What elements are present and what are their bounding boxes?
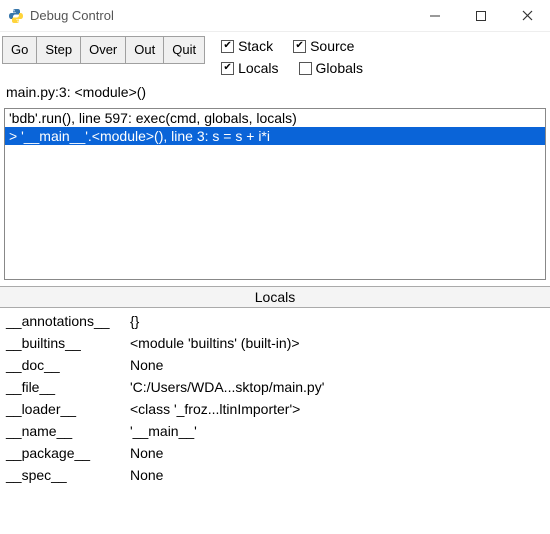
source-label: Source — [310, 38, 354, 54]
locals-panel: __annotations__ {} __builtins__ <module … — [0, 308, 550, 488]
unchecked-icon — [299, 62, 312, 75]
close-button[interactable] — [504, 0, 550, 32]
locals-value: None — [130, 467, 163, 483]
locals-value: <class '_froz...ltinImporter'> — [130, 401, 300, 417]
locals-row: __annotations__ {} — [6, 310, 544, 332]
locals-row: __package__ None — [6, 442, 544, 464]
debug-buttons: Go Step Over Out Quit — [2, 36, 205, 64]
globals-checkbox[interactable]: Globals — [299, 60, 363, 76]
locals-value: None — [130, 357, 163, 373]
locals-key: __name__ — [6, 423, 130, 439]
maximize-button[interactable] — [458, 0, 504, 32]
source-checkbox[interactable]: ✔ Source — [293, 38, 354, 54]
locals-value: '__main__' — [130, 423, 197, 439]
locals-value: <module 'builtins' (built-in)> — [130, 335, 300, 351]
locals-row: __spec__ None — [6, 464, 544, 486]
locals-header: Locals — [0, 286, 550, 308]
titlebar: Debug Control — [0, 0, 550, 32]
check-icon: ✔ — [293, 40, 306, 53]
stack-line-selected[interactable]: > '__main__'.<module>(), line 3: s = s +… — [5, 127, 545, 145]
locals-key: __doc__ — [6, 357, 130, 373]
view-checks: ✔ Stack ✔ Source ✔ Locals Globals — [221, 36, 363, 76]
locals-value: {} — [130, 313, 139, 329]
locals-key: __builtins__ — [6, 335, 130, 351]
minimize-button[interactable] — [412, 0, 458, 32]
check-icon: ✔ — [221, 62, 234, 75]
globals-label: Globals — [316, 60, 363, 76]
locals-row: __file__ 'C:/Users/WDA...sktop/main.py' — [6, 376, 544, 398]
go-button[interactable]: Go — [2, 36, 37, 64]
locals-row: __doc__ None — [6, 354, 544, 376]
stack-panel[interactable]: 'bdb'.run(), line 597: exec(cmd, globals… — [4, 108, 546, 280]
locals-key: __package__ — [6, 445, 130, 461]
window-controls — [412, 0, 550, 32]
quit-button[interactable]: Quit — [163, 36, 205, 64]
locals-key: __loader__ — [6, 401, 130, 417]
window-title: Debug Control — [30, 8, 412, 23]
python-icon — [8, 8, 24, 24]
locals-key: __spec__ — [6, 467, 130, 483]
locals-label: Locals — [238, 60, 278, 76]
stack-label: Stack — [238, 38, 273, 54]
step-button[interactable]: Step — [36, 36, 81, 64]
toolbar: Go Step Over Out Quit ✔ Stack ✔ Source ✔… — [0, 32, 550, 80]
locals-checkbox[interactable]: ✔ Locals — [221, 60, 278, 76]
locals-row: __loader__ <class '_froz...ltinImporter'… — [6, 398, 544, 420]
stack-checkbox[interactable]: ✔ Stack — [221, 38, 273, 54]
over-button[interactable]: Over — [80, 36, 126, 64]
locals-value: None — [130, 445, 163, 461]
locals-key: __annotations__ — [6, 313, 130, 329]
status-line: main.py:3: <module>() — [0, 80, 550, 108]
locals-row: __name__ '__main__' — [6, 420, 544, 442]
locals-value: 'C:/Users/WDA...sktop/main.py' — [130, 379, 324, 395]
out-button[interactable]: Out — [125, 36, 164, 64]
stack-line[interactable]: 'bdb'.run(), line 597: exec(cmd, globals… — [5, 109, 545, 127]
check-icon: ✔ — [221, 40, 234, 53]
locals-key: __file__ — [6, 379, 130, 395]
locals-row: __builtins__ <module 'builtins' (built-i… — [6, 332, 544, 354]
